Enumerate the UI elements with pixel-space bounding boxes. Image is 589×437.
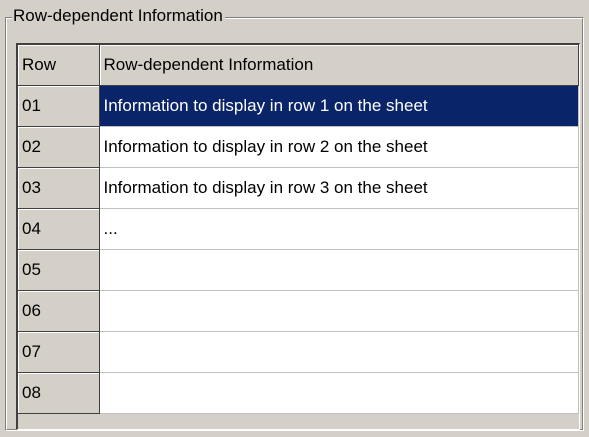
row-number-cell[interactable]: 06 — [18, 290, 100, 332]
table-row[interactable]: 08 — [18, 372, 579, 414]
table-row[interactable]: 05 — [18, 249, 579, 291]
table-row[interactable]: 06 — [18, 290, 579, 332]
column-header-info[interactable]: Row-dependent Information — [99, 45, 579, 86]
column-header-row[interactable]: Row — [18, 45, 100, 86]
info-cell[interactable] — [99, 290, 579, 332]
info-cell[interactable] — [99, 372, 579, 414]
info-cell[interactable]: ... — [99, 208, 579, 250]
info-cell[interactable]: Information to display in row 1 on the s… — [99, 85, 579, 127]
info-cell[interactable] — [99, 249, 579, 291]
row-number-cell[interactable]: 05 — [18, 249, 100, 291]
info-cell[interactable] — [99, 331, 579, 373]
table-row[interactable]: 01 Information to display in row 1 on th… — [18, 85, 579, 127]
table-row[interactable]: 07 — [18, 331, 579, 373]
row-number-cell[interactable]: 03 — [18, 167, 100, 209]
row-number-cell[interactable]: 08 — [18, 372, 100, 414]
grid-table: Row Row-dependent Information 01 Informa… — [18, 45, 579, 414]
row-number-cell[interactable]: 07 — [18, 331, 100, 373]
table-row[interactable]: 04 ... — [18, 208, 579, 250]
row-number-cell[interactable]: 02 — [18, 126, 100, 168]
info-cell[interactable]: Information to display in row 2 on the s… — [99, 126, 579, 168]
table-row[interactable]: 02 Information to display in row 2 on th… — [18, 126, 579, 168]
groupbox-title: Row-dependent Information — [12, 6, 225, 26]
table-row[interactable]: 03 Information to display in row 3 on th… — [18, 167, 579, 209]
row-number-cell[interactable]: 04 — [18, 208, 100, 250]
info-cell[interactable]: Information to display in row 3 on the s… — [99, 167, 579, 209]
row-info-grid[interactable]: Row Row-dependent Information 01 Informa… — [16, 43, 580, 430]
grid-header-row: Row Row-dependent Information — [18, 45, 579, 86]
row-number-cell[interactable]: 01 — [18, 85, 100, 127]
